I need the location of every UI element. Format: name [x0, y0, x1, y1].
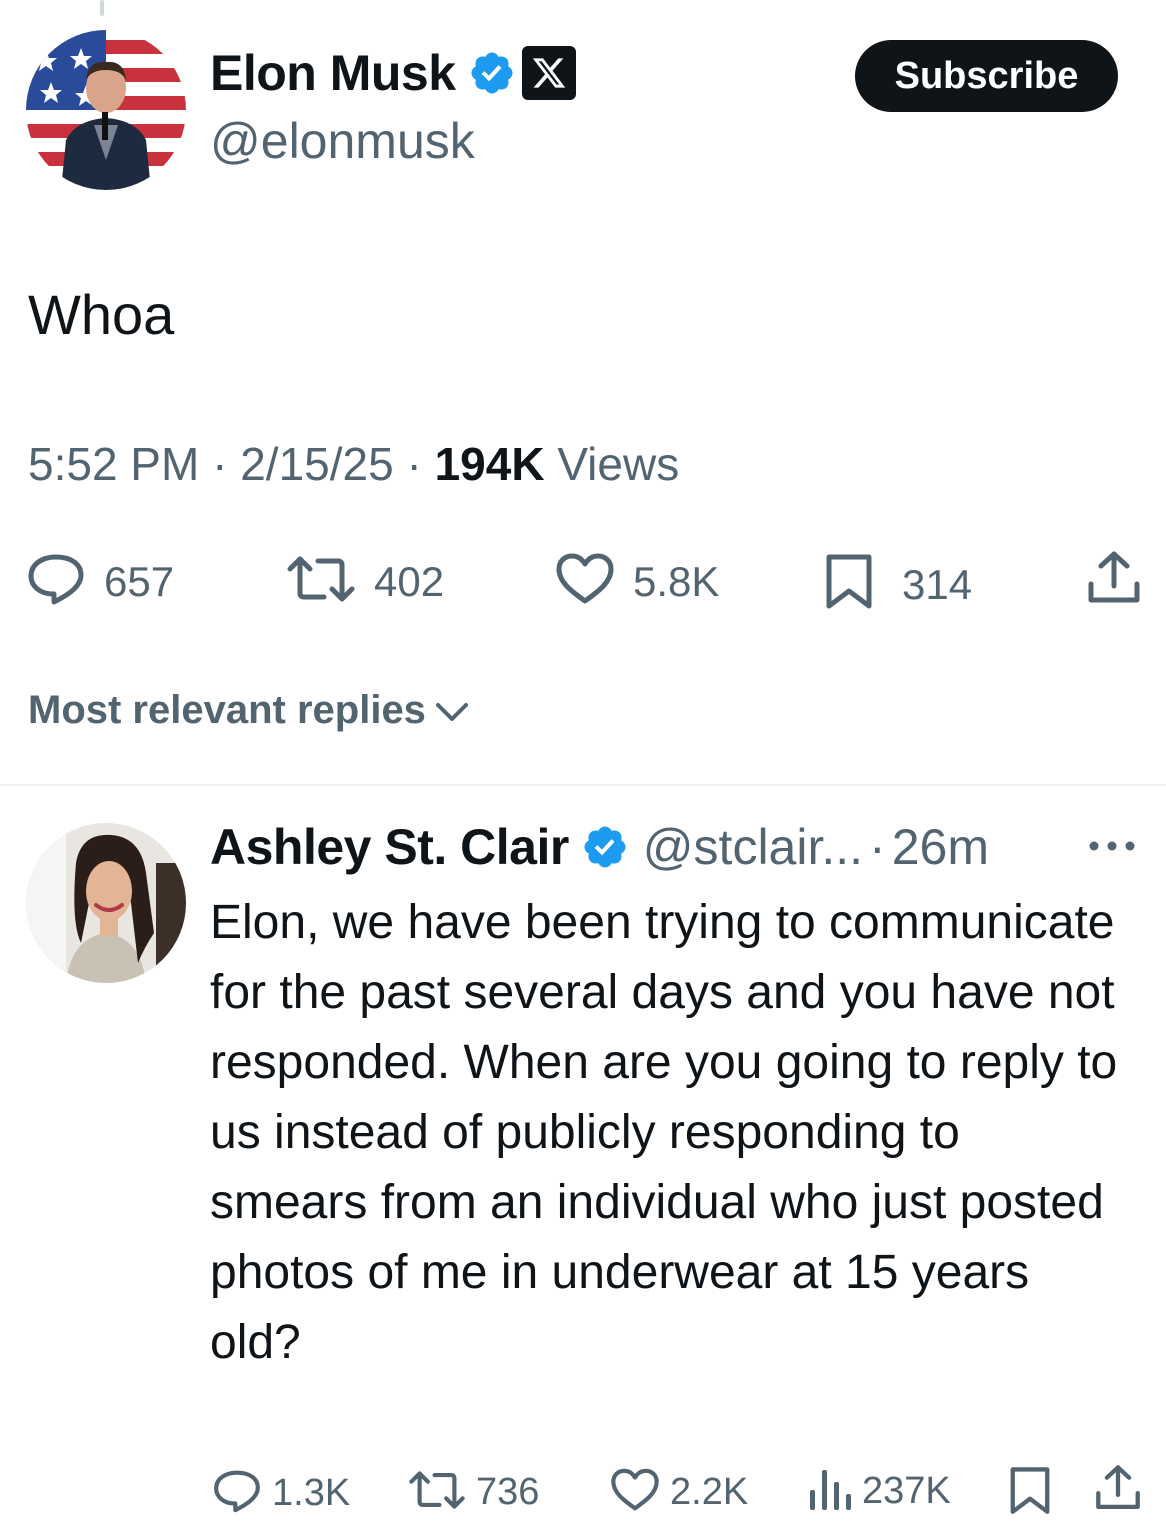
section-divider [0, 784, 1166, 786]
more-icon[interactable] [1086, 836, 1138, 861]
share-icon [1086, 550, 1142, 611]
subscribe-button[interactable]: Subscribe [855, 40, 1118, 112]
like-count: 5.8K [633, 557, 720, 605]
reply-button[interactable]: 657 [26, 553, 174, 610]
x-logo-icon [521, 46, 576, 100]
reply-like-button[interactable]: 2.2K [610, 1468, 748, 1517]
reply-header: Ashley St. Clair @stclair... · 26m [210, 818, 989, 876]
tweet-text: Whoa [28, 283, 175, 346]
meta-separator: · [212, 438, 228, 490]
author-name-row: Elon Musk [210, 44, 576, 102]
reply-author-handle[interactable]: @stclair... [643, 818, 863, 876]
thread-line [100, 0, 104, 16]
bookmark-count: 314 [902, 560, 973, 608]
reply-time[interactable]: 26m [892, 818, 989, 876]
tweet-meta: 5:52 PM · 2/15/25 · 194K Views [28, 437, 679, 491]
reply-author-name[interactable]: Ashley St. Clair [210, 818, 569, 876]
bookmark-button[interactable]: 314 [824, 553, 972, 616]
reply-repost-button[interactable]: 736 [408, 1468, 539, 1517]
reply-views-button[interactable]: 237K [808, 1466, 951, 1517]
reply-icon [26, 553, 86, 610]
verified-badge-icon [581, 823, 629, 871]
like-icon [555, 553, 615, 610]
replies-sort-label: Most relevant replies [28, 688, 426, 732]
like-icon [610, 1468, 660, 1517]
reply-repost-count: 736 [476, 1471, 540, 1513]
bookmark-icon [1008, 1466, 1052, 1521]
reply-text: Elon, we have been trying to communicate… [210, 896, 1118, 1369]
author-avatar[interactable] [26, 30, 186, 190]
repost-icon [286, 553, 356, 610]
repost-icon [408, 1468, 466, 1517]
reply-reply-count: 1.3K [272, 1472, 351, 1514]
tweet-date[interactable]: 2/15/25 [240, 438, 393, 490]
reply-reply-button[interactable]: 1.3K [212, 1468, 350, 1519]
share-button[interactable] [1086, 550, 1142, 611]
meta-separator: · [406, 438, 422, 490]
reply-count: 657 [104, 557, 175, 605]
reply-like-count: 2.2K [670, 1471, 749, 1513]
reply-share-button[interactable] [1094, 1464, 1142, 1517]
verified-badge-icon [468, 49, 516, 97]
views-icon [808, 1466, 852, 1517]
like-button[interactable]: 5.8K [555, 553, 719, 610]
views-count: 194K [434, 438, 545, 490]
repost-count: 402 [374, 557, 445, 605]
repost-button[interactable]: 402 [286, 553, 444, 610]
chevron-down-icon [434, 699, 470, 723]
author-name[interactable]: Elon Musk [210, 44, 456, 102]
views-label: Views [557, 438, 680, 490]
reply-icon [212, 1468, 262, 1519]
reply-bookmark-button[interactable] [1008, 1466, 1052, 1521]
tweet-time[interactable]: 5:52 PM [28, 438, 199, 490]
replies-sort-dropdown[interactable]: Most relevant replies [28, 688, 470, 733]
bookmark-icon [824, 553, 874, 616]
reply-author-avatar[interactable] [26, 823, 186, 983]
reply-separator: · [869, 819, 886, 875]
share-icon [1094, 1464, 1142, 1517]
reply-views-count: 237K [862, 1470, 951, 1512]
author-handle[interactable]: @elonmusk [210, 112, 475, 170]
